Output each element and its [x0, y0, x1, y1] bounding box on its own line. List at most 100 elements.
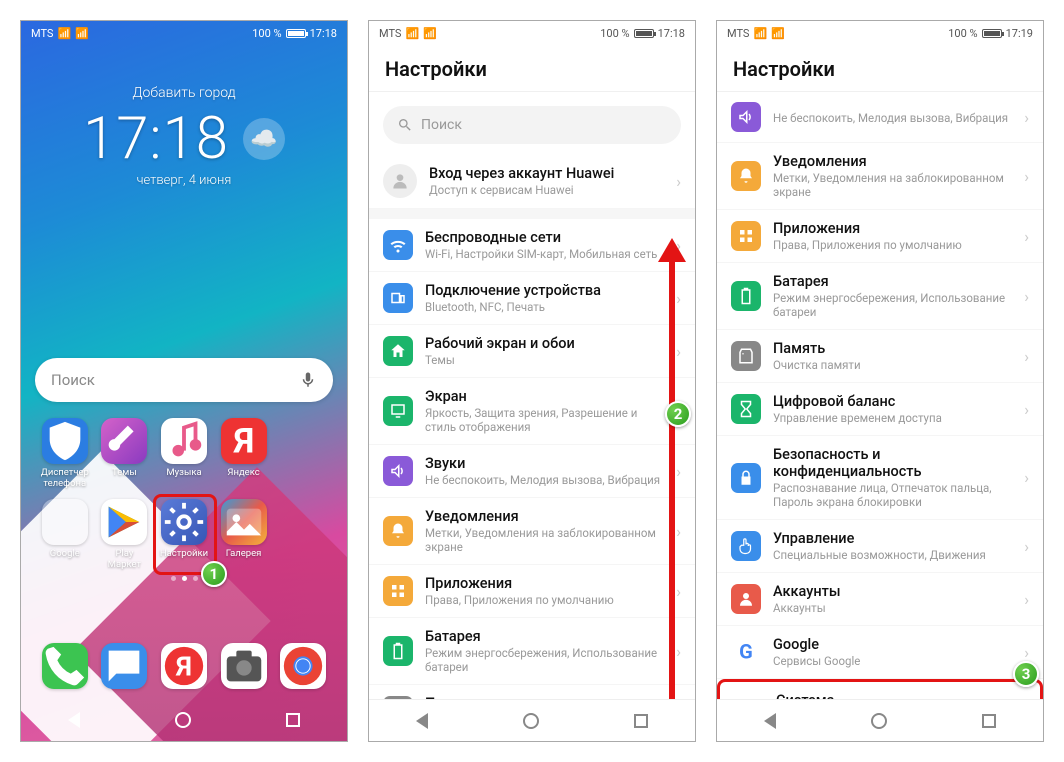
settings-item-память[interactable]: ПамятьОчистка памяти›: [369, 685, 695, 699]
chevron-right-icon: ›: [676, 582, 681, 601]
add-city-label[interactable]: Добавить город: [41, 85, 327, 101]
settings-item-google[interactable]: GGoogleСервисы Google›: [717, 626, 1043, 679]
dock: Я: [21, 643, 347, 699]
settings-item-система[interactable]: СистемаСистемная навигация, Обновление П…: [717, 679, 1043, 699]
search-placeholder: Поиск: [51, 371, 299, 389]
item-subtitle: Яркость, Защита зрения, Разрешение и сти…: [425, 406, 664, 434]
item-title: Google: [773, 636, 1012, 653]
settings-item-приложения[interactable]: ПриложенияПрава, Приложения по умолчанию…: [369, 565, 695, 618]
chevron-right-icon: ›: [676, 642, 681, 661]
item-title: Приложения: [773, 220, 1012, 237]
item-subtitle: Доступ к сервисам Huawei: [429, 183, 664, 197]
item-subtitle: Аккаунты: [773, 601, 1012, 615]
settings-item-батарея[interactable]: БатареяРежим энергосбережения, Использов…: [717, 263, 1043, 330]
app-настройки[interactable]: Настройки: [158, 499, 210, 570]
item-subtitle: Очистка памяти: [773, 358, 1012, 372]
chevron-right-icon: ›: [1024, 108, 1029, 127]
carrier-label: MTS: [31, 27, 53, 40]
settings-item-звуки[interactable]: ЗвукиНе беспокоить, Мелодия вызова, Вибр…: [369, 445, 695, 498]
nav-bar: [717, 699, 1043, 741]
battery-pct: 100 %: [948, 27, 977, 40]
settings-item-управление[interactable]: УправлениеСпециальные возможности, Движе…: [717, 520, 1043, 573]
clock-weather-widget[interactable]: Добавить город 17:18 ☁️ четверг, 4 июня: [21, 45, 347, 198]
settings-item-безопасность-и-конфиденциальность[interactable]: Безопасность и конфиденциальностьРаспозн…: [717, 436, 1043, 520]
nav-recent-button[interactable]: [982, 714, 996, 728]
item-subtitle: Права, Приложения по умолчанию: [425, 593, 664, 607]
settings-list[interactable]: Вход через аккаунт HuaweiДоступ к сервис…: [369, 154, 695, 699]
settings-item-рабочий-экран-и-обои[interactable]: Рабочий экран и обоиТемы›: [369, 325, 695, 378]
users-icon: [731, 584, 761, 614]
app-icon: [101, 499, 147, 545]
battery-pct: 100 %: [252, 27, 281, 40]
nav-bar: [369, 699, 695, 741]
item-title: Вход через аккаунт Huawei: [429, 165, 664, 182]
app-dock[interactable]: [39, 643, 91, 689]
bell-icon: [731, 161, 761, 191]
item-subtitle: Управление временем доступа: [773, 411, 1012, 425]
carrier-label: MTS: [379, 27, 401, 40]
item-subtitle: Режим энергосбережения, Использование ба…: [773, 291, 1012, 319]
item-title: Система: [776, 692, 1009, 699]
settings-item-батарея[interactable]: БатареяРежим энергосбережения, Использов…: [369, 618, 695, 685]
nav-recent-button[interactable]: [286, 713, 300, 727]
item-title: Подключение устройства: [425, 282, 664, 299]
app-музыка[interactable]: Музыка: [158, 418, 210, 489]
settings-search[interactable]: Поиск: [383, 106, 681, 144]
nav-home-button[interactable]: [871, 713, 887, 729]
nav-home-button[interactable]: [175, 712, 191, 728]
mic-icon[interactable]: [299, 371, 317, 389]
app-dock[interactable]: Я: [158, 643, 210, 689]
app-яндекс[interactable]: ЯЯндекс: [218, 418, 270, 489]
app-dock[interactable]: [277, 643, 329, 689]
settings-item-huawei-account[interactable]: Вход через аккаунт HuaweiДоступ к сервис…: [369, 154, 695, 209]
app-темы[interactable]: Темы: [99, 418, 151, 489]
nav-home-button[interactable]: [523, 713, 539, 729]
apps-icon: [383, 576, 413, 606]
google-icon: G: [731, 637, 761, 667]
nav-back-button[interactable]: [416, 713, 428, 729]
app-label: Диспетчер телефона: [39, 467, 91, 489]
settings-item-аккаунты[interactable]: АккаунтыАккаунты›: [717, 573, 1043, 626]
battery-pct: 100 %: [600, 27, 629, 40]
phone-settings-top: MTS 📶 📶 100 % 17:18 Настройки Поиск Вход…: [368, 20, 696, 742]
settings-item-уведомления[interactable]: УведомленияМетки, Уведомления на заблоки…: [717, 143, 1043, 210]
app-галерея[interactable]: Галерея: [218, 499, 270, 570]
settings-item-экран[interactable]: ЭкранЯркость, Защита зрения, Разрешение …: [369, 378, 695, 445]
settings-title: Настройки: [717, 45, 1043, 92]
item-title: Память: [773, 340, 1012, 357]
settings-list[interactable]: Не беспокоить, Мелодия вызова, Вибрация›…: [717, 92, 1043, 699]
app-dock[interactable]: [218, 643, 270, 689]
home-icon: [383, 336, 413, 366]
home-search-bar[interactable]: Поиск: [35, 358, 333, 402]
item-subtitle: Темы: [425, 353, 664, 367]
sound-icon: [731, 102, 761, 132]
settings-item-память[interactable]: ПамятьОчистка памяти›: [717, 330, 1043, 383]
status-time: 17:19: [1006, 27, 1033, 40]
app-dock[interactable]: [99, 643, 151, 689]
settings-item-подключение-устройства[interactable]: Подключение устройстваBluetooth, NFC, Пе…: [369, 272, 695, 325]
settings-title: Настройки: [369, 45, 695, 92]
signal-icon: 📶: [753, 27, 767, 40]
nav-bar: [21, 699, 347, 741]
settings-item-приложения[interactable]: ПриложенияПрава, Приложения по умолчанию…: [717, 210, 1043, 263]
app-диспетчер-телефона[interactable]: Диспетчер телефона: [39, 418, 91, 489]
chevron-right-icon: ›: [1024, 400, 1029, 419]
app-grid-row-1: Диспетчер телефона ТемыМузыкаЯЯндекс: [21, 418, 347, 489]
item-subtitle: Сервисы Google: [773, 654, 1012, 668]
folder-icon: [42, 499, 88, 545]
nav-back-button[interactable]: [764, 713, 776, 729]
settings-item-sounds-partial[interactable]: Не беспокоить, Мелодия вызова, Вибрация›: [717, 92, 1043, 143]
app-google[interactable]: Google: [39, 499, 91, 570]
settings-item-уведомления[interactable]: УведомленияМетки, Уведомления на заблоки…: [369, 498, 695, 565]
settings-item-беспроводные-сети[interactable]: Беспроводные сетиWi-Fi, Настройки SIM-ка…: [369, 219, 695, 272]
battery-icon: [982, 29, 1002, 38]
chevron-right-icon: ›: [1024, 468, 1029, 487]
nav-back-button[interactable]: [68, 712, 80, 728]
phone-settings-scrolled: MTS 📶 📶 100 % 17:19 Настройки Не беспоко…: [716, 20, 1044, 742]
app-play-маркет[interactable]: Play Маркет: [99, 499, 151, 570]
settings-item-цифровой-баланс[interactable]: Цифровой балансУправление временем досту…: [717, 383, 1043, 436]
nav-recent-button[interactable]: [634, 714, 648, 728]
app-icon: [280, 643, 326, 689]
display-icon: [383, 396, 413, 426]
battery-icon: [286, 29, 306, 38]
